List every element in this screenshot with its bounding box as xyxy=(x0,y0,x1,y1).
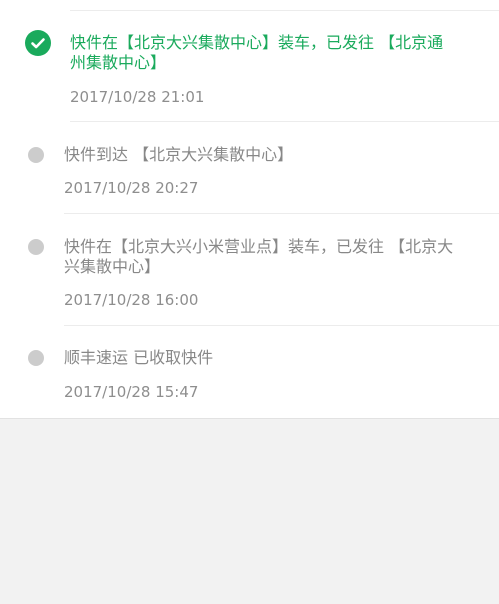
event-time: 2017/10/28 21:01 xyxy=(70,88,205,106)
event-description-line1: 快件在【北京大兴集散中心】装车，已发往 【北京通 xyxy=(70,33,444,52)
event-description-line1: 快件到达 【北京大兴集散中心】 xyxy=(64,145,294,164)
timeline-event: 顺丰速运 已收取快件 2017/10/28 15:47 xyxy=(0,326,499,418)
tracking-timeline[interactable]: 快件在【北京大兴集散中心】装车，已发往 【北京通 州集散中心】 2017/10/… xyxy=(0,0,499,419)
event-description-line2: 兴集散中心】 xyxy=(64,257,161,276)
event-description-line2: 州集散中心】 xyxy=(70,53,167,72)
dot-icon xyxy=(28,239,44,255)
event-description-line1: 快件在【北京大兴小米营业点】装车，已发往 【北京大 xyxy=(64,237,454,256)
tracking-screen: 快件在【北京大兴集散中心】装车，已发往 【北京通 州集散中心】 2017/10/… xyxy=(0,0,499,604)
timeline-event-current: 快件在【北京大兴集散中心】装车，已发往 【北京通 州集散中心】 2017/10/… xyxy=(0,0,499,122)
timeline-event: 快件到达 【北京大兴集散中心】 2017/10/28 20:27 xyxy=(0,122,499,214)
event-time: 2017/10/28 16:00 xyxy=(64,291,199,309)
timeline-event: 快件在【北京大兴小米营业点】装车，已发往 【北京大 兴集散中心】 2017/10… xyxy=(0,214,499,326)
event-time: 2017/10/28 15:47 xyxy=(64,383,199,401)
dot-icon xyxy=(28,147,44,163)
check-circle-icon xyxy=(25,30,51,56)
event-time: 2017/10/28 20:27 xyxy=(64,179,199,197)
dot-icon xyxy=(28,350,44,366)
event-description-line1: 顺丰速运 已收取快件 xyxy=(64,348,214,367)
